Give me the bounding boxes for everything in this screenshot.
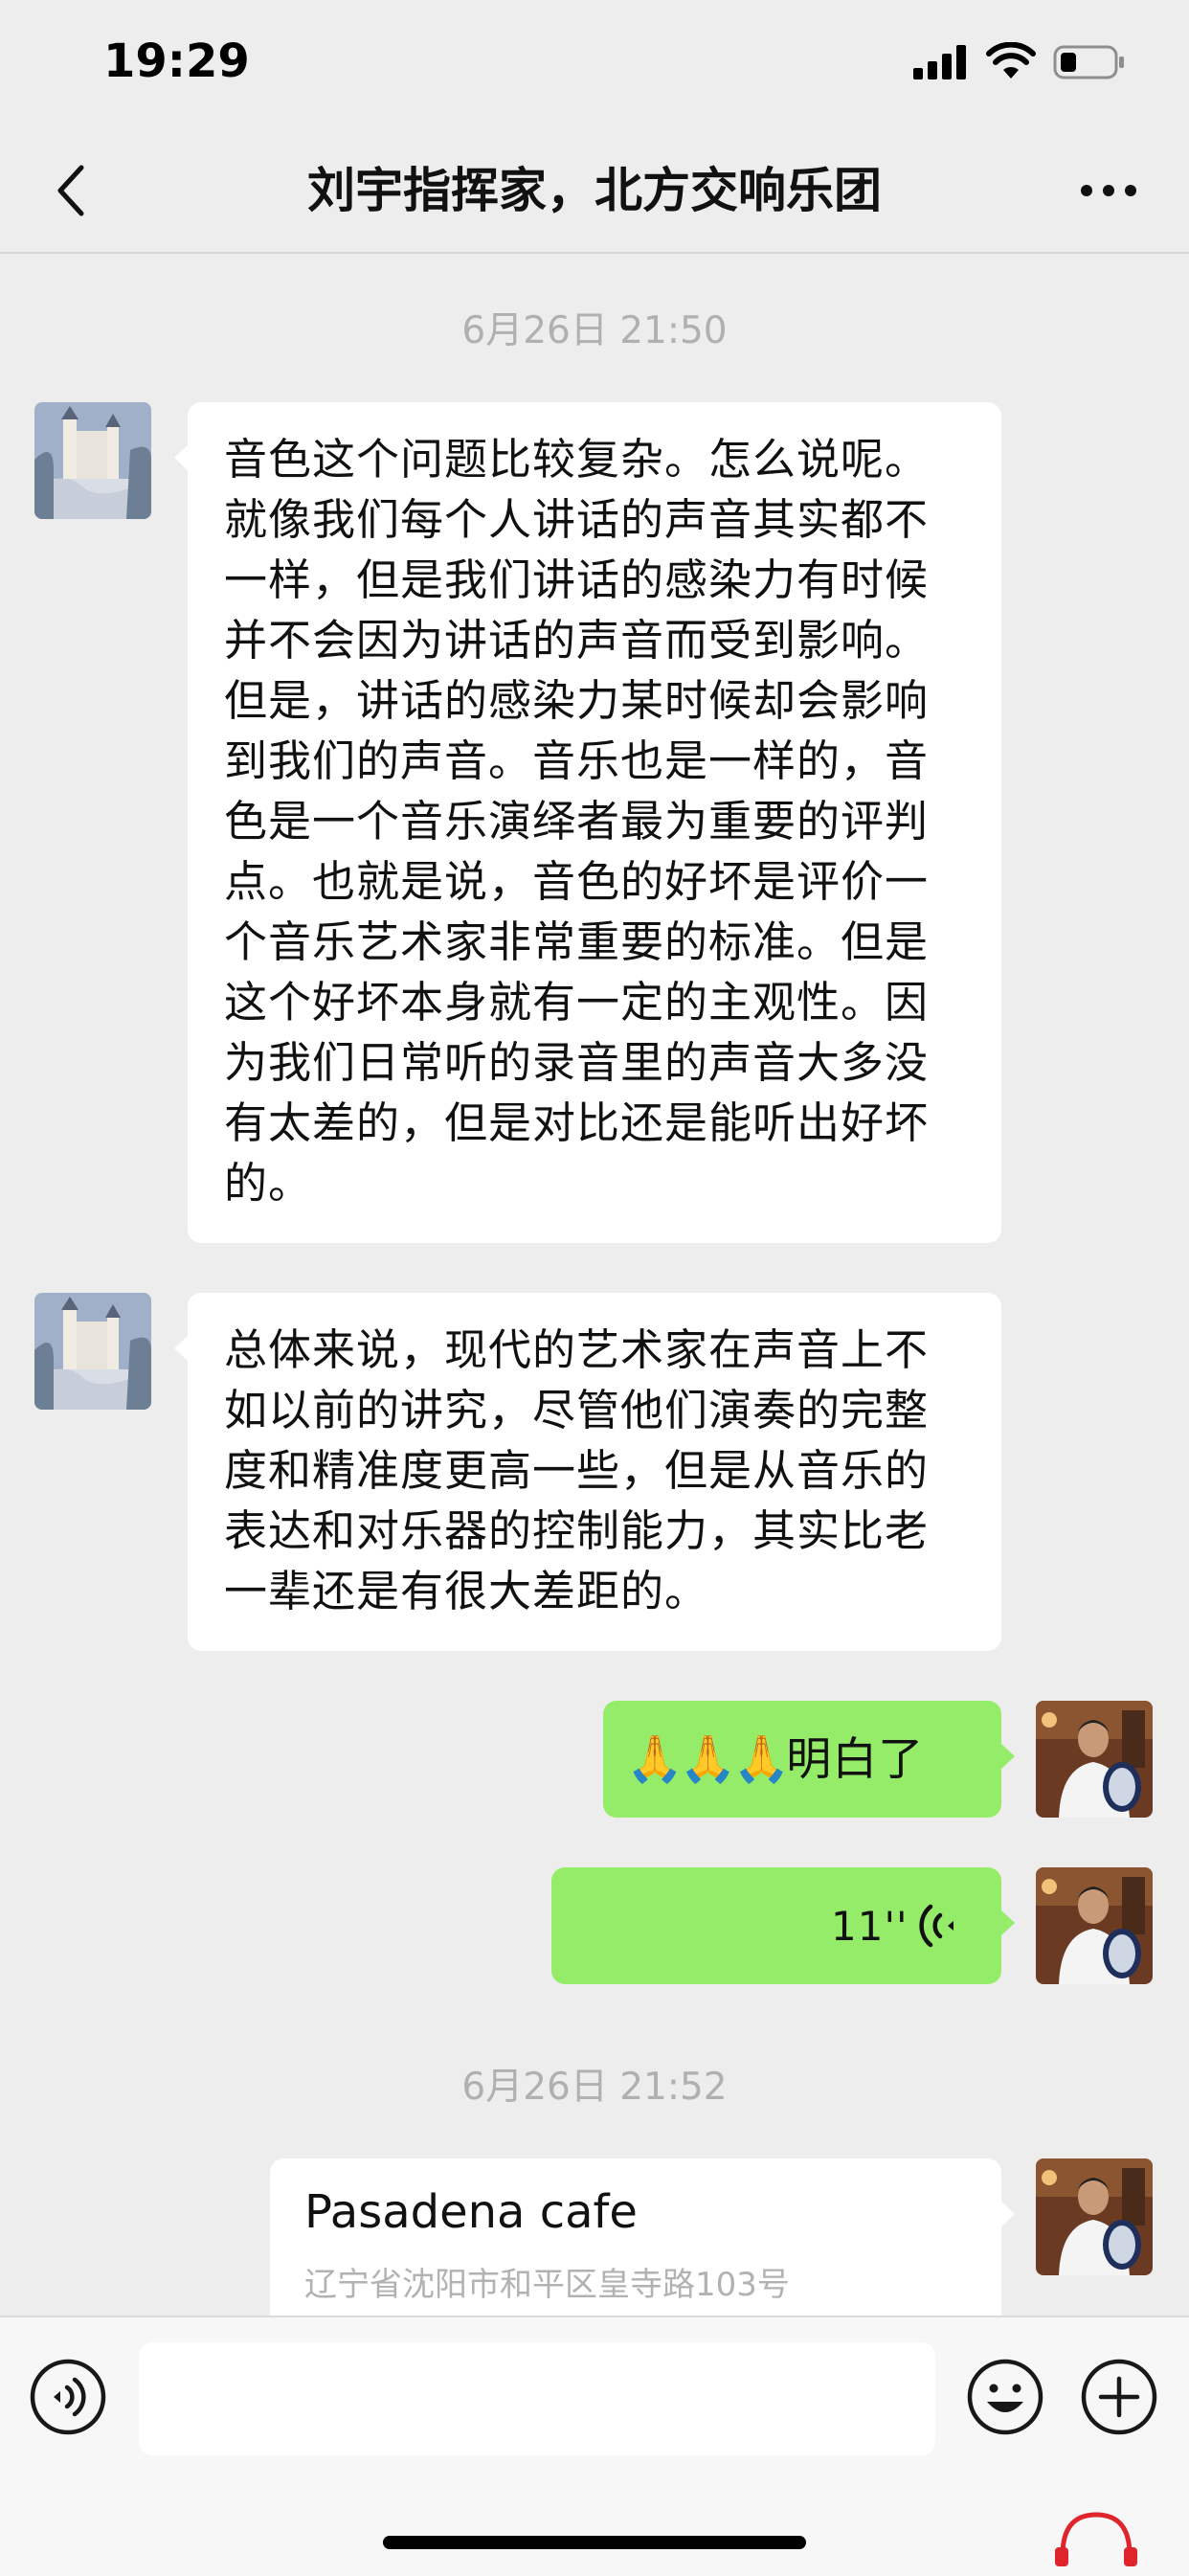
contact-avatar[interactable]	[34, 1293, 151, 1410]
self-avatar[interactable]	[1036, 2158, 1153, 2275]
emoji-icon[interactable]	[966, 2358, 1044, 2436]
message-text: 音色这个问题比较复杂。怎么说呢。就像我们每个人讲话的声音其实都不一样，但是我们讲…	[224, 434, 930, 1209]
chevron-left-icon	[57, 165, 84, 216]
chat-input-bar	[0, 2316, 1189, 2576]
location-name: Pasadena cafe	[304, 2185, 638, 2239]
incoming-message-bubble[interactable]: 总体来说，现代的艺术家在声音上不如以前的讲究，尽管他们演奏的完整度和精准度更高一…	[174, 1293, 1001, 1651]
self-avatar[interactable]	[1036, 1867, 1153, 1984]
contact-avatar[interactable]	[34, 402, 151, 519]
location-address: 辽宁省沈阳市和平区皇寺路103号	[304, 2266, 790, 2304]
more-dots-icon	[1081, 185, 1136, 196]
castle-avatar-image	[34, 402, 151, 519]
message-text: 明白了	[786, 1732, 925, 1786]
home-indicator	[383, 2536, 806, 2549]
voice-wave-icon	[919, 1904, 953, 1948]
outgoing-message-bubble[interactable]: 🙏🙏🙏 明白了	[603, 1701, 1015, 1818]
message-input[interactable]	[139, 2342, 935, 2455]
message-timestamp: 6月26日 21:52	[461, 2066, 728, 2109]
more-options-button[interactable]	[1070, 160, 1147, 221]
status-time: 19:29	[103, 34, 250, 88]
message-text: 总体来说，现代的艺术家在声音上不如以前的讲究，尽管他们演奏的完整度和精准度更高一…	[224, 1324, 930, 1616]
praying-hands-emoji: 🙏🙏🙏	[626, 1731, 790, 1786]
bubble-tail	[1000, 1909, 1015, 1936]
self-avatar[interactable]	[1036, 1701, 1153, 1818]
conductor-avatar-image	[1036, 2158, 1153, 2275]
headphones-watermark-icon	[1055, 2512, 1137, 2566]
voice-input-icon[interactable]	[29, 2358, 107, 2436]
bubble-tail	[1000, 1743, 1015, 1770]
chat-title: 刘宇指挥家，北方交响乐团	[307, 163, 882, 218]
location-card[interactable]: Pasadena cafe 辽宁省沈阳市和平区皇寺路103号	[270, 2158, 1015, 2316]
battery-icon	[1053, 45, 1124, 79]
back-button[interactable]	[38, 154, 105, 227]
voice-duration: 11''	[831, 1903, 909, 1950]
cellular-signal-icon	[913, 45, 966, 79]
conductor-avatar-image	[1036, 1701, 1153, 1818]
bubble-tail	[174, 1335, 189, 1362]
voice-message-bubble[interactable]: 11''	[551, 1867, 1015, 1984]
status-bar: 19:29	[0, 0, 1189, 129]
wifi-icon	[986, 42, 1036, 79]
incoming-message-bubble[interactable]: 音色这个问题比较复杂。怎么说呢。就像我们每个人讲话的声音其实都不一样，但是我们讲…	[174, 402, 1001, 1243]
plus-icon[interactable]	[1080, 2358, 1158, 2436]
message-timestamp: 6月26日 21:50	[461, 309, 728, 352]
bubble-tail	[1000, 2201, 1015, 2227]
conductor-avatar-image	[1036, 1867, 1153, 1984]
bubble-tail	[174, 444, 189, 471]
castle-avatar-image	[34, 1293, 151, 1410]
chat-header: 刘宇指挥家，北方交响乐团	[0, 129, 1189, 254]
